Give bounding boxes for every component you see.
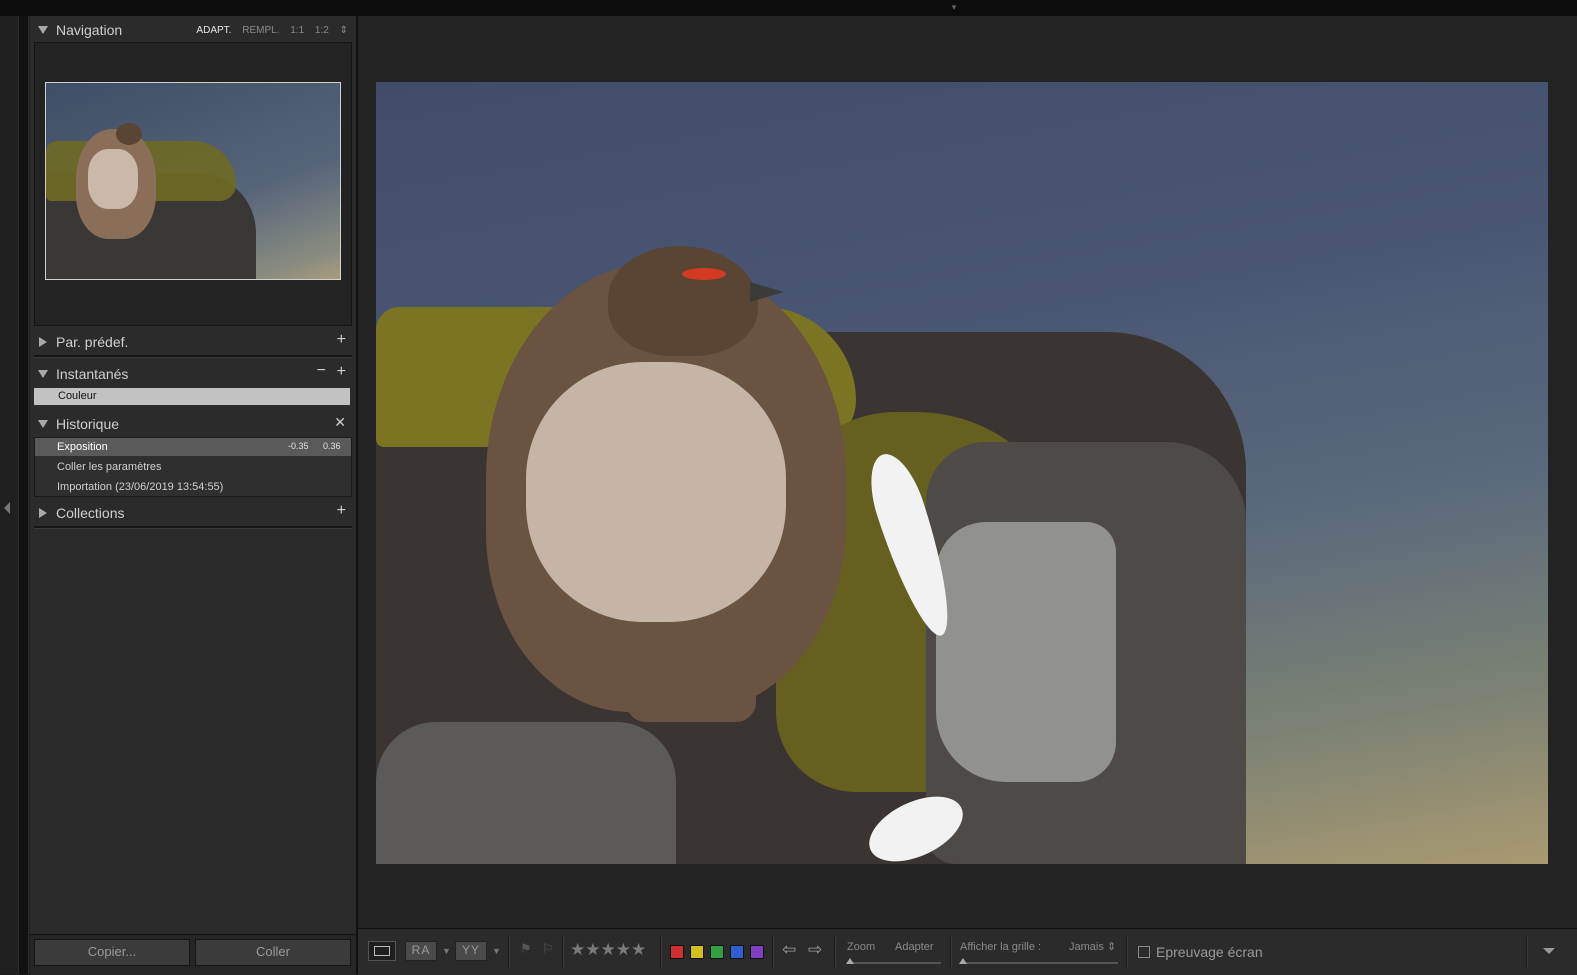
history-list: Exposition -0.35 0.36 Coller les paramèt… [34,437,352,497]
toolbar-divider [1126,937,1128,967]
history-item-label: Exposition [57,441,108,453]
top-panel-bar: ▾ [0,0,1577,16]
nav-option-1-2[interactable]: 1:2 [315,25,329,36]
navigator-zoom-options: ADAPT. REMPL. 1:1 1:2 ⇕ [188,25,348,36]
toolbar-divider [660,937,662,967]
navigator-title: Navigation [56,22,123,38]
photo-rock [376,722,676,864]
filmstrip-edge [18,16,29,974]
grid-label: Afficher la grille : [960,941,1042,953]
chevron-down-icon[interactable]: ▼ [492,946,501,956]
color-label-blue[interactable] [730,945,744,959]
divider [34,526,352,529]
snapshot-item[interactable]: Couleur [34,388,350,405]
history-item-before: -0.35 [288,441,309,451]
color-label-yellow[interactable] [690,945,704,959]
snapshots-title: Instantanés [56,366,129,382]
color-label-purple[interactable] [750,945,764,959]
history-item[interactable]: Coller les paramètres [35,458,351,476]
toolbar-divider [834,937,836,967]
toolbar-divider [562,937,564,967]
loupe-view [358,16,1577,928]
add-collection-icon[interactable]: + [337,502,346,520]
color-label-green[interactable] [710,945,724,959]
photo-bird-beak [750,282,784,302]
history-title: Historique [56,416,120,432]
collapsed-triangle-icon[interactable] [39,508,47,518]
collections-title: Collections [56,505,125,521]
clear-history-icon[interactable]: ✕ [334,414,346,431]
photo-bird-head [608,246,758,356]
snapshot-label: Couleur [58,390,97,402]
history-item[interactable]: Importation (23/06/2019 13:54:55) [35,478,351,496]
expand-triangle-icon[interactable] [38,26,48,34]
remove-snapshot-icon[interactable]: − [317,362,326,380]
toolbar-divider [508,937,510,967]
thumb-bird-white [88,149,138,209]
toolbar-divider [772,937,774,967]
collapse-left-panel-icon[interactable] [4,502,10,514]
add-snapshot-icon[interactable]: + [337,363,346,381]
flag-reject-icon[interactable]: ⚐ [542,941,554,957]
navigator-thumbnail[interactable] [45,82,341,280]
left-panel: Navigation ADAPT. REMPL. 1:1 1:2 ⇕ Par. … [30,16,356,975]
top-panel-toggle-icon[interactable]: ▾ [946,3,962,12]
copy-paste-bar: Copier... Coller [30,934,356,975]
history-header[interactable]: Historique ✕ [34,412,352,436]
expand-triangle-icon[interactable] [38,420,48,428]
toolbar-divider [950,937,952,967]
zoom-value[interactable]: Adapter [895,941,934,953]
photo-bird-eye-comb [682,268,726,280]
expand-triangle-icon[interactable] [38,370,48,378]
next-photo-icon[interactable]: ⇨ [808,940,822,960]
toolbar-options-chevron-icon[interactable] [1543,948,1555,954]
main-photo[interactable] [376,82,1548,864]
color-label-red[interactable] [670,945,684,959]
photo-lichen [936,522,1116,782]
nav-option-fill[interactable]: REMPL. [242,25,279,36]
nav-option-1-1[interactable]: 1:1 [290,25,304,36]
grid-slider-handle[interactable] [959,958,967,964]
snapshots-header[interactable]: Instantanés − + [34,362,352,386]
history-item-label: Coller les paramètres [57,461,162,473]
navigator-header[interactable]: Navigation ADAPT. REMPL. 1:1 1:2 ⇕ [34,18,352,42]
collapsed-triangle-icon[interactable] [39,337,47,347]
survey-view-button[interactable]: YY [455,941,487,961]
zoom-slider-handle[interactable] [846,958,854,964]
bottom-toolbar: RA ▼ YY ▼ ⚑ ⚐ ★★★★★ ⇦ ⇨ Zoom Adapter Aff… [358,928,1577,975]
previous-photo-icon[interactable]: ⇦ [782,940,796,960]
soft-proof-checkbox[interactable] [1138,946,1150,958]
left-panel-edge [0,16,30,974]
loupe-view-button[interactable] [368,941,396,961]
grid-select[interactable]: Jamais [1069,941,1104,953]
grid-slider[interactable] [960,962,1118,964]
photo-bird-white-feathers [526,362,786,622]
history-item-after: 0.36 [323,441,341,451]
zoom-label: Zoom [847,941,876,953]
history-item[interactable]: Exposition -0.35 0.36 [35,438,351,456]
presets-header[interactable]: Par. prédef. + [34,330,352,354]
compare-view-button[interactable]: RA [405,941,437,961]
thumb-bird-head [116,123,142,145]
zoom-slider[interactable] [847,962,941,964]
loupe-view-icon [374,946,390,956]
paste-button[interactable]: Coller [195,939,351,966]
soft-proof-label[interactable]: Epreuvage écran [1156,944,1263,960]
nav-option-dropdown-icon[interactable]: ⇕ [340,25,348,36]
navigator-preview[interactable] [34,42,352,326]
star-rating[interactable]: ★★★★★ [570,940,646,960]
toolbar-divider [1526,937,1528,967]
presets-title: Par. prédef. [56,334,129,350]
flag-pick-icon[interactable]: ⚑ [520,941,532,957]
divider [34,355,352,358]
select-arrows-icon[interactable]: ⇕ [1107,940,1116,953]
collections-header[interactable]: Collections + [34,501,352,525]
chevron-down-icon[interactable]: ▼ [442,946,451,956]
add-preset-icon[interactable]: + [337,331,346,349]
history-item-label: Importation (23/06/2019 13:54:55) [57,481,224,493]
nav-option-fit[interactable]: ADAPT. [196,25,231,36]
copy-button[interactable]: Copier... [34,939,190,966]
